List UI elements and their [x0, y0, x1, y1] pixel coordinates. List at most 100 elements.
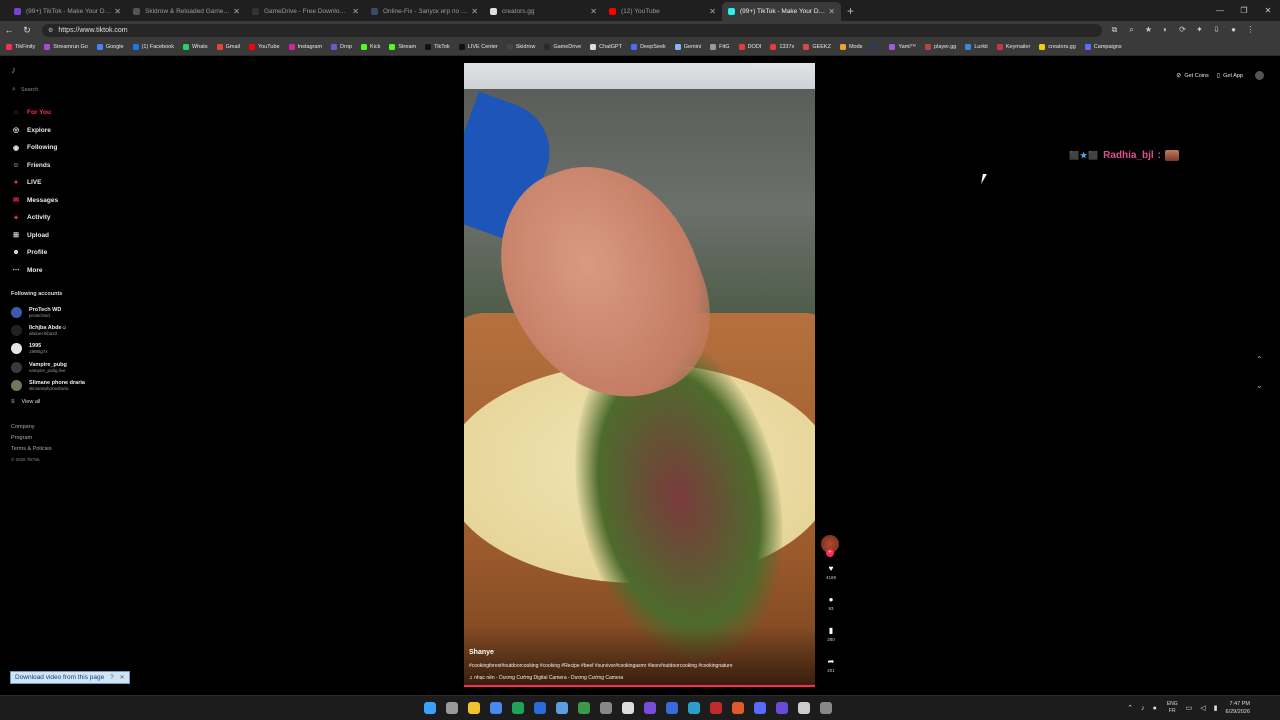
- taskbar-app-icon[interactable]: [688, 702, 700, 714]
- following-account[interactable]: ProTech WD protechwd: [11, 303, 85, 321]
- taskbar-app-icon[interactable]: [468, 702, 480, 714]
- taskbar-app-icon[interactable]: [644, 702, 656, 714]
- tiktok-logo-icon[interactable]: ♪: [11, 65, 16, 76]
- taskbar-app-icon[interactable]: [776, 702, 788, 714]
- bookmark-item[interactable]: player.gg: [925, 44, 956, 50]
- creator-avatar[interactable]: +: [821, 535, 839, 557]
- video-author[interactable]: Shanye: [469, 649, 494, 656]
- browser-menu-icon[interactable]: ⋮: [1242, 25, 1259, 35]
- url-field[interactable]: ⚙ https://www.tiktok.com: [42, 23, 1102, 37]
- bookmark-item[interactable]: Keymailer: [996, 44, 1030, 50]
- tab-close-icon[interactable]: ✕: [471, 7, 478, 16]
- bookmark-item[interactable]: Lurkit: [965, 44, 988, 50]
- video-progress-bar[interactable]: [464, 685, 815, 687]
- profile-avatar-icon[interactable]: ●: [1225, 25, 1242, 35]
- bookmark-item[interactable]: [871, 44, 880, 50]
- follow-plus-icon[interactable]: +: [826, 549, 834, 557]
- video-caption[interactable]: #cookingforest#outdoorcooking #cooking #…: [469, 663, 733, 669]
- site-info-icon[interactable]: ⚙: [48, 27, 53, 34]
- taskbar-app-icon[interactable]: [622, 702, 634, 714]
- taskbar-app-icon[interactable]: [710, 702, 722, 714]
- close-window-icon[interactable]: ✕: [1256, 0, 1280, 21]
- download-video-button[interactable]: Download video from this page ? ✕: [10, 671, 130, 684]
- video-player[interactable]: Download this video Shanye #cookingfores…: [464, 63, 815, 687]
- close-icon[interactable]: ✕: [120, 674, 125, 681]
- bookmark-item[interactable]: Google: [96, 44, 124, 50]
- volume-icon[interactable]: ♪: [1141, 705, 1145, 712]
- taskbar-app-icon[interactable]: [600, 702, 612, 714]
- previous-video-icon[interactable]: ⌃: [1256, 355, 1263, 381]
- language-indicator[interactable]: ENG FR: [1167, 701, 1178, 715]
- bookmark-item[interactable]: Gemini: [674, 44, 701, 50]
- get-coins-button[interactable]: ⊘ Get Coins: [1176, 72, 1209, 80]
- bookmark-item[interactable]: Kick: [360, 44, 380, 50]
- bookmark-item[interactable]: Streamrun Go: [44, 44, 88, 50]
- sync-icon[interactable]: ⟳: [1174, 25, 1191, 35]
- taskbar-app-icon[interactable]: [490, 702, 502, 714]
- new-tab-button[interactable]: +: [841, 2, 860, 21]
- bookmark-item[interactable]: TikTok: [425, 44, 450, 50]
- bookmark-item[interactable]: Mods: [839, 44, 862, 50]
- browser-tab[interactable]: (99+) TikTok - Make Your Day ✕: [722, 2, 841, 21]
- user-avatar[interactable]: [1255, 71, 1264, 80]
- bookmark-item[interactable]: GameDrive: [544, 44, 581, 50]
- taskbar-app-icon[interactable]: [556, 702, 568, 714]
- bookmark-item[interactable]: LIVE Center: [458, 44, 498, 50]
- like-button[interactable]: ♥ 4169: [821, 563, 841, 594]
- taskbar-app-icon[interactable]: [578, 702, 590, 714]
- following-account[interactable]: 1995 1995tg7x: [11, 340, 85, 358]
- bookmark-item[interactable]: Campaigns: [1084, 44, 1122, 50]
- taskbar-app-icon[interactable]: [820, 702, 832, 714]
- reload-icon[interactable]: ↻: [18, 25, 36, 36]
- bookmark-item[interactable]: Gmail: [216, 44, 240, 50]
- sidebar-item-following[interactable]: ◉ Following: [11, 139, 58, 157]
- tab-close-icon[interactable]: ✕: [233, 7, 240, 16]
- bookmark-item[interactable]: DODI: [738, 44, 761, 50]
- bookmark-item[interactable]: YouTube: [248, 44, 280, 50]
- mic-icon[interactable]: ●: [1153, 705, 1157, 712]
- sidebar-item-more[interactable]: ⋯ More: [11, 262, 58, 280]
- bookmark-item[interactable]: Yaml™: [889, 44, 916, 50]
- footer-link-program[interactable]: Program: [11, 435, 52, 446]
- browser-tab[interactable]: GameDrive - Free Download PC G✕: [246, 2, 365, 21]
- sidebar-item-friends[interactable]: ☺ Friends: [11, 157, 58, 175]
- tab-close-icon[interactable]: ✕: [828, 7, 835, 16]
- bookmark-item[interactable]: 1337x: [770, 44, 794, 50]
- video-music[interactable]: ♫ nhạc nền - Dương Cường Digital Camera …: [469, 675, 623, 681]
- tab-close-icon[interactable]: ✕: [709, 7, 716, 16]
- bookmark-item[interactable]: creators.gg: [1039, 44, 1076, 50]
- clock[interactable]: 7:47 PM 6/29/2026: [1226, 700, 1250, 716]
- sidebar-item-live[interactable]: ● LIVE: [11, 174, 58, 192]
- bookmark-item[interactable]: FitG: [710, 44, 730, 50]
- back-icon[interactable]: ←: [0, 25, 18, 35]
- downloads-icon[interactable]: ⇩: [1208, 25, 1225, 35]
- network-icon[interactable]: ▭: [1186, 704, 1193, 712]
- tab-close-icon[interactable]: ✕: [590, 7, 597, 16]
- taskbar-app-icon[interactable]: [754, 702, 766, 714]
- bookmark-item[interactable]: Skidrow: [506, 44, 535, 50]
- footer-link-company[interactable]: Company: [11, 424, 52, 435]
- sidebar-item-profile[interactable]: ☻ Profile: [11, 244, 58, 262]
- sidebar-item-messages[interactable]: ✉ Messages: [11, 192, 58, 210]
- taskbar-search-icon[interactable]: [446, 702, 458, 714]
- tab-close-icon[interactable]: ✕: [352, 7, 359, 16]
- bookmark-star-icon[interactable]: ★: [1140, 25, 1157, 35]
- browser-tab[interactable]: (99+) TikTok - Make Your Day ✕: [8, 2, 127, 21]
- get-app-button[interactable]: ▯ Get App: [1217, 72, 1243, 80]
- taskbar-app-icon[interactable]: [512, 702, 524, 714]
- minimize-icon[interactable]: —: [1208, 0, 1232, 21]
- bookmark-item[interactable]: Instagram: [288, 44, 322, 50]
- install-app-icon[interactable]: ⧉: [1106, 25, 1123, 35]
- browser-tab[interactable]: (12) YouTube ✕: [603, 2, 722, 21]
- browser-tab[interactable]: Online-Fix - Запуск игр по сети ✕: [365, 2, 484, 21]
- view-all-link[interactable]: ≡ View all: [11, 399, 40, 405]
- browser-tab[interactable]: creators.gg ✕: [484, 2, 603, 21]
- following-account[interactable]: Ilchjba Abde☺ abdoechiba22: [11, 321, 85, 339]
- taskbar-app-icon[interactable]: [534, 702, 546, 714]
- following-account[interactable]: Slimane phone draria slimanephonedraria: [11, 376, 85, 394]
- tab-close-icon[interactable]: ✕: [114, 7, 121, 16]
- extension-icon[interactable]: ◐: [1157, 25, 1174, 35]
- restore-icon[interactable]: ❐: [1232, 0, 1256, 21]
- taskbar-app-icon[interactable]: [732, 702, 744, 714]
- footer-link-terms[interactable]: Terms & Policies: [11, 446, 52, 457]
